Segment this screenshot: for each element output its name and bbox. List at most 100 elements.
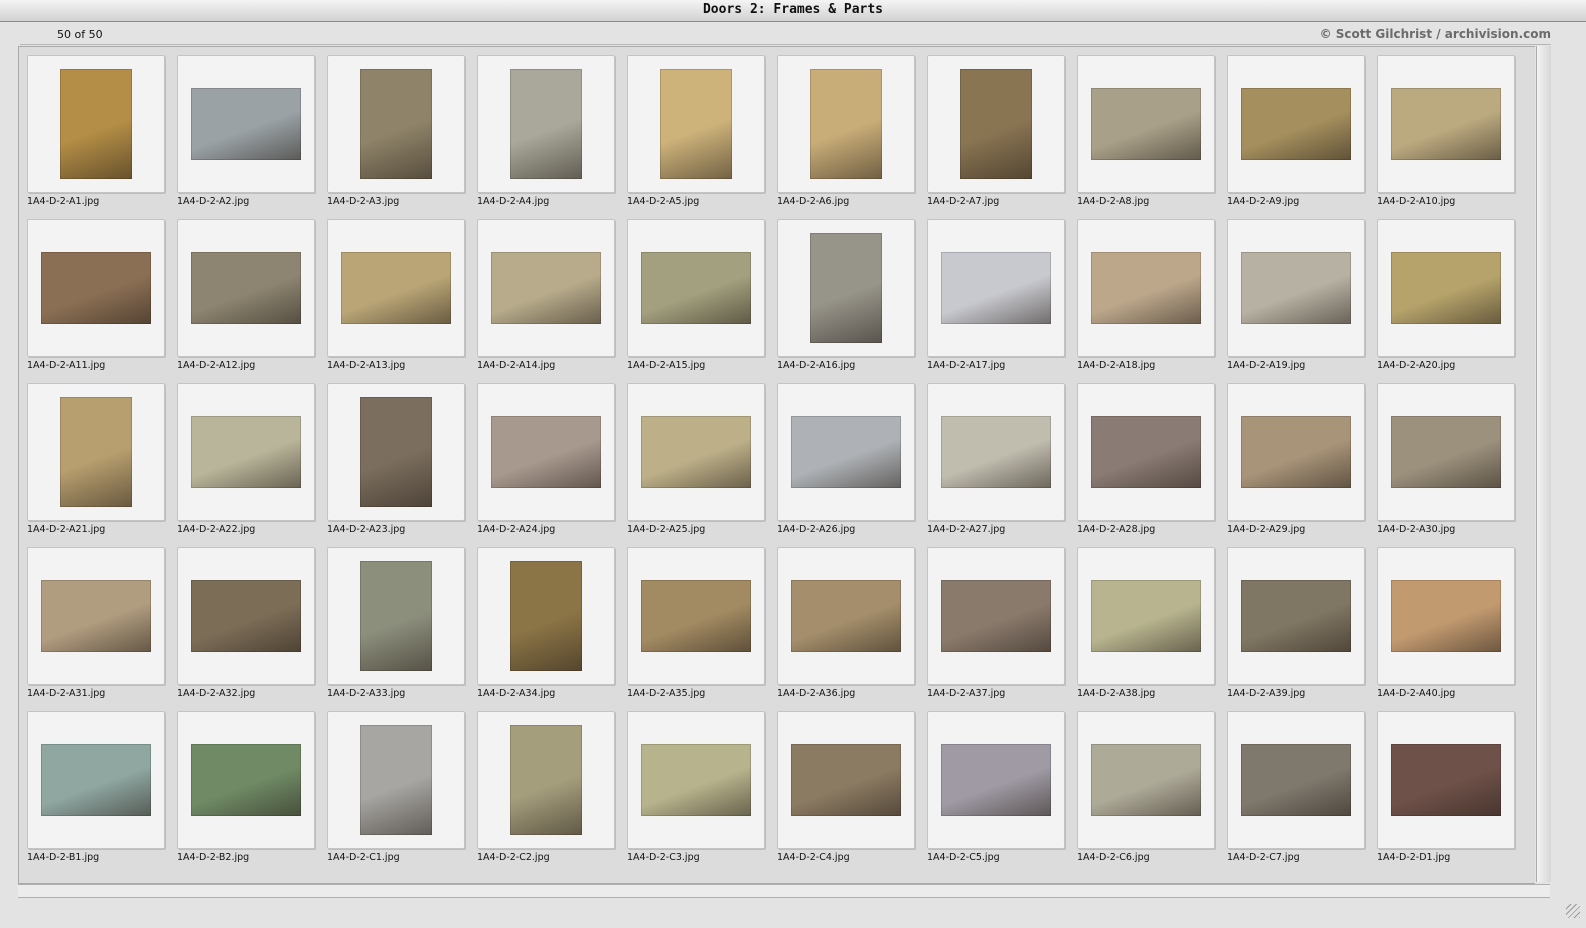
thumbnail-item[interactable]: 1A4-D-2-A22.jpg	[177, 383, 315, 535]
slide-frame[interactable]	[1377, 711, 1515, 849]
thumbnail-item[interactable]: 1A4-D-2-A28.jpg	[1077, 383, 1215, 535]
thumbnail-item[interactable]: 1A4-D-2-A40.jpg	[1377, 547, 1515, 699]
thumbnail-item[interactable]: 1A4-D-2-C7.jpg	[1227, 711, 1365, 863]
slide-frame[interactable]	[477, 55, 615, 193]
thumbnail-image[interactable]	[341, 252, 451, 324]
thumbnail-item[interactable]: 1A4-D-2-A1.jpg	[27, 55, 165, 207]
slide-frame[interactable]	[1227, 711, 1365, 849]
thumbnail-item[interactable]: 1A4-D-2-A27.jpg	[927, 383, 1065, 535]
thumbnail-image[interactable]	[1241, 744, 1351, 816]
slide-frame[interactable]	[1077, 55, 1215, 193]
slide-frame[interactable]	[327, 383, 465, 521]
thumbnail-item[interactable]: 1A4-D-2-A26.jpg	[777, 383, 915, 535]
slide-frame[interactable]	[1227, 383, 1365, 521]
thumbnail-item[interactable]: 1A4-D-2-A20.jpg	[1377, 219, 1515, 371]
thumbnail-item[interactable]: 1A4-D-2-A12.jpg	[177, 219, 315, 371]
slide-frame[interactable]	[177, 55, 315, 193]
thumbnail-item[interactable]: 1A4-D-2-A36.jpg	[777, 547, 915, 699]
slide-frame[interactable]	[627, 219, 765, 357]
thumbnail-item[interactable]: 1A4-D-2-A16.jpg	[777, 219, 915, 371]
slide-frame[interactable]	[777, 55, 915, 193]
thumbnail-image[interactable]	[641, 580, 751, 652]
slide-frame[interactable]	[1377, 383, 1515, 521]
thumbnail-item[interactable]: 1A4-D-2-A2.jpg	[177, 55, 315, 207]
thumbnail-image[interactable]	[191, 580, 301, 652]
thumbnail-item[interactable]: 1A4-D-2-A8.jpg	[1077, 55, 1215, 207]
thumbnail-image[interactable]	[1391, 416, 1501, 488]
thumbnail-image[interactable]	[1391, 744, 1501, 816]
horizontal-scrollbar[interactable]	[18, 884, 1550, 898]
thumbnail-image[interactable]	[1391, 88, 1501, 160]
thumbnail-item[interactable]: 1A4-D-2-A29.jpg	[1227, 383, 1365, 535]
slide-frame[interactable]	[477, 219, 615, 357]
thumbnail-image[interactable]	[360, 397, 432, 507]
thumbnail-item[interactable]: 1A4-D-2-B2.jpg	[177, 711, 315, 863]
title-bar[interactable]: Doors 2: Frames & Parts	[0, 0, 1586, 22]
thumbnail-image[interactable]	[941, 252, 1051, 324]
thumbnail-item[interactable]: 1A4-D-2-A15.jpg	[627, 219, 765, 371]
slide-frame[interactable]	[927, 547, 1065, 685]
thumbnail-image[interactable]	[941, 416, 1051, 488]
slide-frame[interactable]	[27, 383, 165, 521]
thumbnail-item[interactable]: 1A4-D-2-A7.jpg	[927, 55, 1065, 207]
slide-frame[interactable]	[1377, 547, 1515, 685]
thumbnail-image[interactable]	[1091, 252, 1201, 324]
slide-frame[interactable]	[177, 383, 315, 521]
thumbnail-item[interactable]: 1A4-D-2-A13.jpg	[327, 219, 465, 371]
slide-frame[interactable]	[777, 547, 915, 685]
thumbnail-image[interactable]	[41, 580, 151, 652]
thumbnail-image[interactable]	[960, 69, 1032, 179]
slide-frame[interactable]	[327, 711, 465, 849]
thumbnail-image[interactable]	[791, 744, 901, 816]
vertical-scrollbar[interactable]	[1536, 46, 1551, 882]
thumbnail-item[interactable]: 1A4-D-2-A5.jpg	[627, 55, 765, 207]
thumbnail-image[interactable]	[360, 725, 432, 835]
thumbnail-image[interactable]	[360, 69, 432, 179]
thumbnail-item[interactable]: 1A4-D-2-A31.jpg	[27, 547, 165, 699]
slide-frame[interactable]	[927, 55, 1065, 193]
thumbnail-item[interactable]: 1A4-D-2-A19.jpg	[1227, 219, 1365, 371]
thumbnail-image[interactable]	[1091, 744, 1201, 816]
slide-frame[interactable]	[177, 711, 315, 849]
thumbnail-item[interactable]: 1A4-D-2-A34.jpg	[477, 547, 615, 699]
thumbnail-image[interactable]	[491, 416, 601, 488]
thumbnail-item[interactable]: 1A4-D-2-A11.jpg	[27, 219, 165, 371]
thumbnail-image[interactable]	[810, 69, 882, 179]
thumbnail-image[interactable]	[191, 416, 301, 488]
resize-grip-icon[interactable]	[1566, 904, 1580, 918]
thumbnail-item[interactable]: 1A4-D-2-A30.jpg	[1377, 383, 1515, 535]
thumbnail-image[interactable]	[810, 233, 882, 343]
thumbnail-item[interactable]: 1A4-D-2-A25.jpg	[627, 383, 765, 535]
thumbnail-image[interactable]	[360, 561, 432, 671]
slide-frame[interactable]	[627, 547, 765, 685]
slide-frame[interactable]	[627, 711, 765, 849]
thumbnail-item[interactable]: 1A4-D-2-A35.jpg	[627, 547, 765, 699]
thumbnail-image[interactable]	[60, 69, 132, 179]
thumbnail-item[interactable]: 1A4-D-2-A33.jpg	[327, 547, 465, 699]
thumbnail-item[interactable]: 1A4-D-2-B1.jpg	[27, 711, 165, 863]
thumbnail-item[interactable]: 1A4-D-2-A3.jpg	[327, 55, 465, 207]
slide-frame[interactable]	[327, 547, 465, 685]
thumbnail-item[interactable]: 1A4-D-2-A32.jpg	[177, 547, 315, 699]
thumbnail-image[interactable]	[1391, 252, 1501, 324]
thumbnail-item[interactable]: 1A4-D-2-A4.jpg	[477, 55, 615, 207]
slide-frame[interactable]	[27, 219, 165, 357]
thumbnail-image[interactable]	[641, 252, 751, 324]
thumbnail-image[interactable]	[1241, 580, 1351, 652]
thumbnail-item[interactable]: 1A4-D-2-C6.jpg	[1077, 711, 1215, 863]
thumbnail-image[interactable]	[510, 561, 582, 671]
thumbnail-item[interactable]: 1A4-D-2-A24.jpg	[477, 383, 615, 535]
thumbnail-image[interactable]	[791, 580, 901, 652]
slide-frame[interactable]	[1077, 383, 1215, 521]
thumbnail-image[interactable]	[1241, 252, 1351, 324]
slide-frame[interactable]	[177, 547, 315, 685]
thumbnail-item[interactable]: 1A4-D-2-C3.jpg	[627, 711, 765, 863]
slide-frame[interactable]	[1377, 219, 1515, 357]
thumbnail-item[interactable]: 1A4-D-2-D1.jpg	[1377, 711, 1515, 863]
thumbnail-image[interactable]	[41, 252, 151, 324]
thumbnail-image[interactable]	[191, 252, 301, 324]
thumbnail-image[interactable]	[1391, 580, 1501, 652]
slide-frame[interactable]	[477, 383, 615, 521]
slide-frame[interactable]	[927, 383, 1065, 521]
thumbnail-image[interactable]	[491, 252, 601, 324]
